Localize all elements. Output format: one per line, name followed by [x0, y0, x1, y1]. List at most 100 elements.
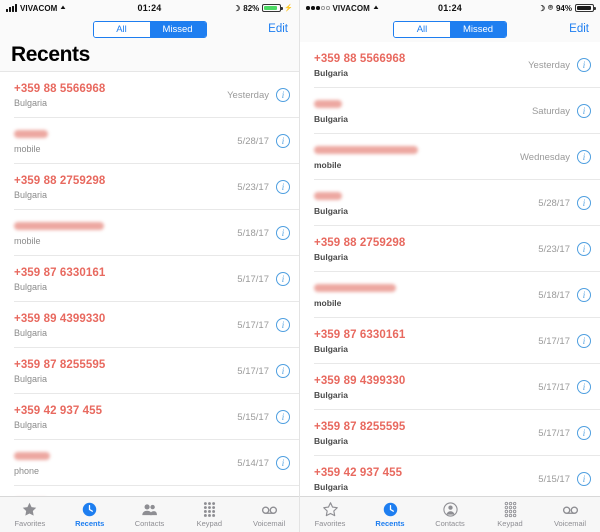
- call-row-main: +359 87 8255595 Bulgaria: [14, 359, 237, 384]
- tab-contacts[interactable]: Contacts: [120, 497, 180, 532]
- segment-all-button[interactable]: All: [394, 21, 450, 37]
- tab-voicemail[interactable]: Voicemail: [540, 497, 600, 532]
- call-filter-segmented-control[interactable]: All Missed: [92, 20, 207, 38]
- call-label: mobile: [314, 298, 342, 308]
- tab-bar: Favorites Recents Contacts Keypad Voicemail: [0, 496, 299, 532]
- info-button[interactable]: i: [276, 410, 290, 424]
- call-list-row[interactable]: +359 87 6330161 Bulgaria 5/17/17 i: [300, 318, 600, 364]
- tab-keypad[interactable]: Keypad: [480, 497, 540, 532]
- status-right-group: ☽ ⌾ 94%: [538, 3, 596, 13]
- info-button[interactable]: i: [577, 196, 591, 210]
- call-date: Saturday: [531, 105, 570, 117]
- tab-favorites[interactable]: Favorites: [300, 497, 360, 532]
- call-list-row[interactable]: mobile 5/18/17 i: [0, 210, 299, 256]
- call-list-row[interactable]: phone5/13/17i: [0, 486, 299, 496]
- info-button[interactable]: i: [276, 272, 290, 286]
- call-date: 5/28/17: [237, 135, 269, 147]
- rotation-lock-icon: ⌾: [548, 3, 553, 12]
- call-list-row[interactable]: Bulgaria 5/28/17 i: [300, 180, 600, 226]
- segment-missed-button[interactable]: Missed: [149, 21, 206, 37]
- call-list-row[interactable]: +359 88 5566968 Bulgaria Yesterday i: [0, 72, 299, 118]
- call-row-main: Bulgaria: [314, 98, 532, 124]
- info-button[interactable]: i: [577, 334, 591, 348]
- tab-label: Favorites: [14, 519, 46, 528]
- info-button[interactable]: i: [276, 456, 290, 470]
- tab-recents[interactable]: Recents: [360, 497, 420, 532]
- call-row-main: mobile: [14, 220, 237, 246]
- info-button[interactable]: i: [577, 288, 591, 302]
- call-date: 5/28/17: [538, 197, 570, 209]
- tab-contacts[interactable]: Contacts: [420, 497, 480, 532]
- navigation-bar: All Missed Edit: [0, 16, 299, 42]
- battery-icon: [262, 3, 283, 13]
- call-row-main: phone: [14, 450, 237, 476]
- info-button[interactable]: i: [276, 180, 290, 194]
- call-date: 5/17/17: [237, 365, 269, 377]
- call-date: 5/17/17: [237, 273, 269, 285]
- call-row-main: +359 42 937 455 Bulgaria: [14, 405, 237, 430]
- segment-missed-button[interactable]: Missed: [450, 21, 506, 37]
- call-list-row[interactable]: mobile 5/18/17 i: [300, 272, 600, 318]
- status-bar: VIVACOM ▲ 01:24 ☽ 82% ⚡: [0, 0, 299, 16]
- call-phone-number: +359 42 937 455: [14, 404, 103, 417]
- recents-call-list[interactable]: +359 88 5566968 Bulgaria Yesterday i Bulgari…: [300, 42, 600, 496]
- call-list-row[interactable]: +359 87 8255595 Bulgaria 5/17/17 i: [0, 348, 299, 394]
- call-label: Bulgaria: [314, 251, 349, 262]
- info-button[interactable]: i: [577, 58, 591, 72]
- tab-label: Contacts: [134, 519, 165, 528]
- info-button[interactable]: i: [276, 134, 290, 148]
- call-filter-segmented-control[interactable]: All Missed: [393, 20, 507, 38]
- tab-label: Favorites: [314, 519, 346, 528]
- call-list-row[interactable]: phone 5/14/17 i: [0, 440, 299, 486]
- tab-label: Voicemail: [253, 519, 286, 528]
- call-phone-number: +359 89 4399330: [314, 374, 406, 387]
- call-list-row[interactable]: mobile Wednesday i: [300, 134, 600, 180]
- info-button[interactable]: i: [577, 104, 591, 118]
- tab-keypad[interactable]: Keypad: [179, 497, 239, 532]
- moon-icon: ☽: [538, 3, 546, 13]
- call-list-row[interactable]: +359 42 937 455 Bulgaria 5/15/17 i: [0, 394, 299, 440]
- recents-call-list[interactable]: +359 88 5566968 Bulgaria Yesterday i mobile 5…: [0, 72, 299, 496]
- edit-button[interactable]: Edit: [268, 23, 288, 35]
- call-list-row[interactable]: +359 88 2759298 Bulgaria 5/23/17 i: [0, 164, 299, 210]
- contacts-icon: [442, 501, 459, 518]
- tab-recents[interactable]: Recents: [60, 497, 120, 532]
- call-list-row[interactable]: +359 89 4399330 Bulgaria 5/17/17 i: [0, 302, 299, 348]
- call-list-row[interactable]: +359 89 4399330 Bulgaria 5/17/17 i: [300, 364, 600, 410]
- call-list-row[interactable]: +359 87 6330161 Bulgaria 5/17/17 i: [0, 256, 299, 302]
- info-button[interactable]: i: [276, 88, 290, 102]
- tab-favorites[interactable]: Favorites: [0, 497, 60, 532]
- call-label: mobile: [314, 160, 342, 170]
- info-button[interactable]: i: [577, 242, 591, 256]
- info-button[interactable]: i: [577, 426, 591, 440]
- lightning-bolt-icon: ⚡: [284, 5, 293, 12]
- info-button[interactable]: i: [276, 364, 290, 378]
- redacted-contact-name: [314, 146, 418, 154]
- call-list-row[interactable]: mobile 5/28/17 i: [0, 118, 299, 164]
- info-button[interactable]: i: [276, 318, 290, 332]
- call-label: Bulgaria: [314, 435, 349, 446]
- call-phone-number: +359 87 6330161: [14, 266, 106, 279]
- tab-label: Recents: [75, 519, 105, 528]
- call-date: 5/17/17: [237, 319, 269, 331]
- info-button[interactable]: i: [276, 226, 290, 240]
- tab-voicemail[interactable]: Voicemail: [239, 497, 299, 532]
- call-list-row[interactable]: +359 88 5566968 Bulgaria Yesterday i: [300, 42, 600, 88]
- call-list-row[interactable]: +359 42 937 455 Bulgaria 5/15/17 i: [300, 456, 600, 496]
- call-row-main: mobile: [314, 144, 520, 170]
- info-button[interactable]: i: [577, 472, 591, 486]
- call-date: 5/18/17: [538, 289, 570, 301]
- voicemail-icon: [562, 501, 579, 518]
- redacted-contact-name: [314, 284, 396, 292]
- info-button[interactable]: i: [577, 380, 591, 394]
- call-date: 5/23/17: [538, 243, 570, 255]
- edit-button[interactable]: Edit: [569, 23, 589, 35]
- info-button[interactable]: i: [577, 150, 591, 164]
- segment-all-button[interactable]: All: [93, 21, 150, 37]
- call-list-row[interactable]: +359 88 2759298 Bulgaria 5/23/17 i: [300, 226, 600, 272]
- call-date: 5/18/17: [237, 227, 269, 239]
- voicemail-icon: [261, 501, 278, 518]
- call-phone-number: +359 89 4399330: [14, 312, 106, 325]
- call-list-row[interactable]: +359 87 8255595 Bulgaria 5/17/17 i: [300, 410, 600, 456]
- call-list-row[interactable]: Bulgaria Saturday i: [300, 88, 600, 134]
